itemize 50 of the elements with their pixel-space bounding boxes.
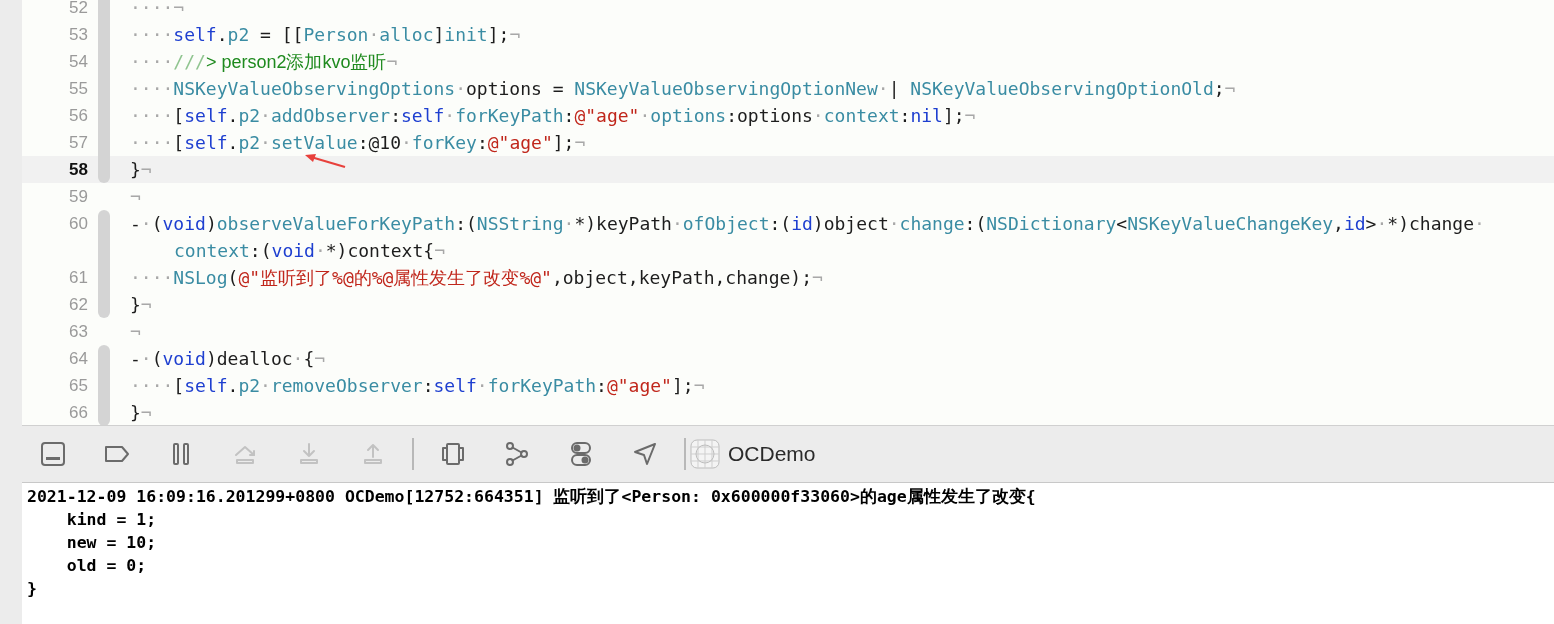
code-line: ····[self.p2·removeObserver:self·forKeyPath:@"age"];¬ [130,374,705,398]
code-line: }¬ [130,293,152,317]
line-number: 53 [69,24,88,46]
console-output-line: 2021-12-09 16:09:16.201299+0800 OCDemo[12752:664351] 监听到了<Person: 0x600000f33060>的age属性发生了改变{ [27,486,1037,508]
console-output-line: kind = 1; [65,509,158,531]
code-line: }¬ [130,401,152,425]
line-number: 57 [69,132,88,154]
code-line: }¬ [130,158,152,182]
toggles-icon[interactable] [568,441,594,467]
scheme-name[interactable]: OCDemo [728,438,816,470]
line-number: 59 [69,186,88,208]
line-number: 55 [69,78,88,100]
code-line: ····¬ [130,0,185,20]
fold-ribbon[interactable] [98,345,110,372]
graph-icon[interactable] [504,441,530,467]
line-number: 65 [69,375,88,397]
line-number: 56 [69,105,88,127]
console-output-line: } [27,578,38,600]
console-panel-icon[interactable] [40,441,66,467]
layers-icon[interactable] [440,441,466,467]
fold-ribbon[interactable] [98,0,110,21]
fold-ribbon[interactable] [98,291,110,318]
code-line: ····NSLog(@"监听到了%@的%@属性发生了改变%@",object,keyPath,change);¬ [130,266,823,290]
line-number: 62 [69,294,88,316]
code-line: -·(void)observeValueForKeyPath:(NSString·*)keyPath·ofObject:(id)object·change:(NSDictionary<NSKeyValueChangeKey,id>·*)change· [130,212,1485,236]
annotation-arrow [303,152,347,170]
line-number: 54 [69,51,88,73]
fold-ribbon[interactable] [98,399,110,425]
code-line: ····[self.p2·setValue:@10·forKey:@"age"];¬ [130,131,586,155]
console-output-line: new = 10; [65,532,158,554]
line-number: 61 [69,267,88,289]
code-line: -·(void)dealloc·{¬ [130,347,326,371]
line-number: 64 [69,348,88,370]
line-number: 66 [69,402,88,424]
console-output-line: old = 0; [65,555,148,577]
line-number: 60 [69,213,88,235]
code-line: ····///> person2添加kvo监听¬ [130,50,398,74]
app-icon [690,439,720,469]
code-line: ····self.p2 = [[Person·alloc]init];¬ [130,23,521,47]
code-line: ¬ [130,320,141,344]
code-line: ····[self.p2·addObserver:self·forKeyPath:@"age"·options:options·context:nil];¬ [130,104,976,128]
code-line: ¬ [130,185,141,209]
line-number: 52 [69,0,88,19]
line-number: 63 [69,321,88,343]
code-line: context:(void·*)context{¬ [173,239,446,263]
code-line: ····NSKeyValueObservingOptions·options = NSKeyValueObservingOptionNew·| NSKeyValueObservingOptionOld;¬ [130,77,1236,101]
line-number: 58 [69,159,88,181]
fold-ribbon[interactable] [98,210,110,264]
fold-ribbon[interactable] [98,156,110,183]
location-icon[interactable] [632,441,658,467]
